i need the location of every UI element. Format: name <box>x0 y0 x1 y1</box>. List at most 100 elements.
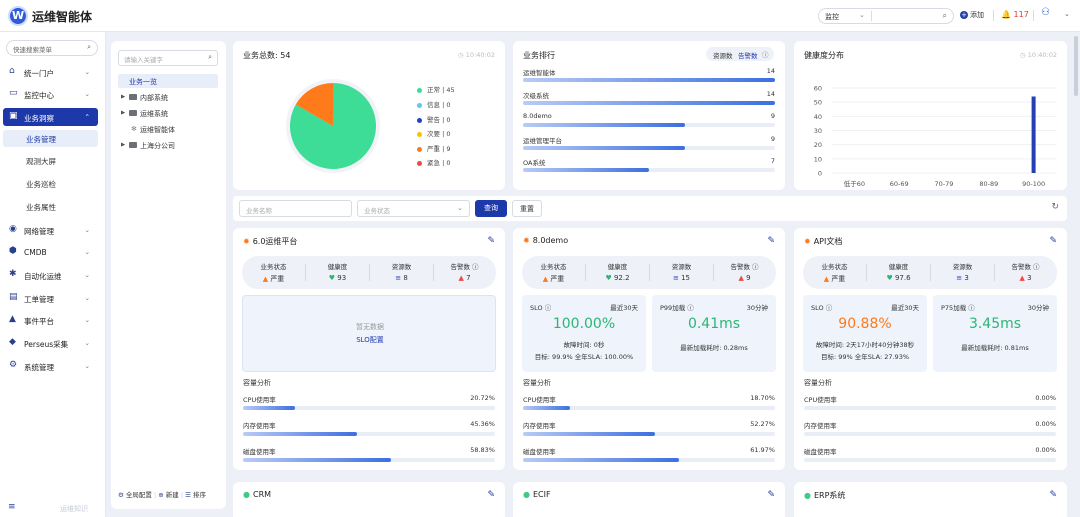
legend-value: 9 <box>446 145 451 153</box>
business-card[interactable]: ✹ 6.0运维平台 ✎ 业务状态 ▲ 严重 健康度 ♥ 93 资源数 ≡ 8 告警数 ⓘ… <box>233 228 505 470</box>
business-total-card: 业务总数: 54 ◷ 10:40:02 正常 | 45 信息 | 0 警告 | … <box>233 41 505 190</box>
caret-right-icon[interactable]: ▶ <box>121 142 125 148</box>
toggle-alarms[interactable]: 告警数 <box>738 50 758 60</box>
query-button[interactable]: 查询 <box>475 200 507 217</box>
business-status-select[interactable]: 业务状态 ⌄ <box>357 200 470 217</box>
user-icon[interactable]: ⚇ <box>1041 7 1050 18</box>
load-time-panel[interactable]: P99加载 ⓘ 30分钟 0.41ms 最新加载耗时: 0.28ms <box>652 295 776 372</box>
info-icon[interactable]: ⓘ <box>687 304 694 312</box>
edit-icon[interactable]: ✎ <box>767 236 775 246</box>
legend-label: 紧急 <box>427 159 440 167</box>
slo-target: 目标: 99.9% 全年SLA: 100.00% <box>534 353 634 361</box>
page-scrollbar[interactable] <box>1074 36 1078 96</box>
edit-icon[interactable]: ✎ <box>1049 236 1057 246</box>
business-card[interactable]: ✹ 8.0demo ✎ 业务状态 ▲ 严重 健康度 ♥ 92.2 资源数 ≡ 15 告警… <box>513 228 785 470</box>
info-icon[interactable]: ⓘ <box>826 304 833 312</box>
alarm-button[interactable]: 🔔 117 <box>1001 10 1029 19</box>
sidebar-item-events[interactable]: ▲ 事件平台 ⌄ <box>3 311 98 329</box>
sidebar-subitem-inspection[interactable]: 业务巡检 <box>3 175 98 192</box>
health-bar-chart: 0 10 20 30 40 50 60 低于60 60-69 70-79 80-89 90-100 <box>814 85 1056 187</box>
sidebar-item-tickets[interactable]: ▤ 工单管理 ⌄ <box>3 289 98 307</box>
rank-track <box>523 168 775 172</box>
slo-config-link[interactable]: SLO配置 <box>243 335 497 345</box>
collapse-menu-icon[interactable]: ≡ <box>8 502 16 512</box>
add-button[interactable]: + 添加 <box>960 10 984 20</box>
app-logo[interactable]: W <box>8 6 28 26</box>
sidebar-subitem-attributes[interactable]: 业务属性 <box>3 198 98 215</box>
tree-node-root[interactable]: 业务一览 <box>118 74 218 88</box>
sidebar-item-perseus[interactable]: ◆ Perseus采集 ⌄ <box>3 334 98 352</box>
global-config-button[interactable]: ⚙ 全局配置 <box>118 491 152 499</box>
caret-right-icon[interactable]: ▶ <box>121 94 125 100</box>
business-card[interactable]: ● CRM ✎ <box>233 482 505 517</box>
heart-icon: ♥ <box>605 274 612 282</box>
business-card[interactable]: ● ECIF ✎ <box>513 482 785 517</box>
business-card[interactable]: ● ERP系统 ✎ <box>794 482 1067 517</box>
sort-button[interactable]: ☰ 排序 <box>185 491 206 499</box>
tree-node-ops[interactable]: ▶ 运维系统 <box>121 107 218 121</box>
search-scope-select[interactable]: 监控 ⌄ ⌕ <box>818 8 954 24</box>
sidebar-subitem-dashboard[interactable]: 观测大屏 <box>3 152 98 169</box>
event-icon: ▲ <box>9 314 16 324</box>
bell-icon: ▲ <box>458 274 464 282</box>
sidebar-subitem-business-management[interactable]: 业务管理 <box>3 130 98 147</box>
folder-icon <box>129 94 137 100</box>
ranking-toggle[interactable]: 资源数 告警数 ⓘ <box>706 47 774 61</box>
sidebar-item-automation[interactable]: ✱ 自动化运维 ⌄ <box>3 266 98 284</box>
alarms-value: 7 <box>466 274 471 282</box>
legend-dot <box>417 102 422 108</box>
info-icon[interactable]: ⓘ <box>762 49 769 59</box>
cmdb-icon: ⬢ <box>9 246 17 256</box>
slo-panel[interactable]: SLO ⓘ 最近30天 100.00% 故障时间: 0秒 目标: 99.9% 全… <box>522 295 646 372</box>
edit-icon[interactable]: ✎ <box>487 490 495 500</box>
insight-icon: ▣ <box>9 111 18 121</box>
sidebar-item-portal[interactable]: ⌂ 统一门户 ⌄ <box>3 63 98 81</box>
slo-label: SLO ⓘ <box>811 302 832 312</box>
monitor-icon: ▭ <box>9 88 18 98</box>
info-icon[interactable]: ⓘ <box>752 263 759 271</box>
refresh-icon[interactable]: ↻ <box>1051 202 1059 212</box>
health-value: 93 <box>337 274 347 282</box>
sidebar-item-insight[interactable]: ▣ 业务洞察 ⌃ <box>3 108 98 126</box>
info-icon[interactable]: ⓘ <box>968 304 975 312</box>
status-value: 严重 <box>550 275 565 283</box>
search-icon[interactable]: ⌕ <box>943 11 947 21</box>
edit-icon[interactable]: ✎ <box>487 236 495 246</box>
rank-bar <box>523 168 649 172</box>
edit-icon[interactable]: ✎ <box>1049 490 1057 500</box>
tree-search-input[interactable]: 请输入关键字 ⌕ <box>118 50 218 66</box>
new-button[interactable]: ⊕ 新建 <box>158 491 179 499</box>
chevron-down-icon[interactable]: ⌄ <box>1064 10 1070 18</box>
tree-node-ops-agent[interactable]: ✻ 运维智能体 <box>121 123 218 137</box>
search-icon[interactable]: ⌕ <box>208 53 212 62</box>
edit-icon[interactable]: ✎ <box>767 490 775 500</box>
info-icon[interactable]: ⓘ <box>472 263 479 271</box>
tree-node-shanghai[interactable]: ▶ 上海分公司 <box>121 139 218 153</box>
business-name-input[interactable]: 业务名称 <box>239 200 352 217</box>
sidebar-item-system[interactable]: ⚙ 系统管理 ⌄ <box>3 357 98 375</box>
menu-search-input[interactable]: 快速搜索菜单 ⌕ <box>6 40 98 56</box>
search-icon[interactable]: ⌕ <box>87 43 91 52</box>
business-card[interactable]: ✹ API文档 ✎ 业务状态 ▲ 严重 健康度 ♥ 97.6 资源数 ≡ 3 告警数 ⓘ… <box>794 228 1067 470</box>
tree-node-internal[interactable]: ▶ 内部系统 <box>121 91 218 105</box>
legend-value: 0 <box>446 116 451 124</box>
info-icon[interactable]: ⓘ <box>545 304 552 312</box>
reset-button[interactable]: 重置 <box>512 200 542 217</box>
info-icon[interactable]: ⓘ <box>1033 263 1040 271</box>
capacity-title: 容量分析 <box>804 379 832 387</box>
load-time-panel[interactable]: P75加载 ⓘ 30分钟 3.45ms 最新加载耗时: 0.81ms <box>933 295 1057 372</box>
sidebar-item-monitor[interactable]: ▭ 监控中心 ⌄ <box>3 85 98 103</box>
sidebar-item-cmdb[interactable]: ⬢ CMDB ⌄ <box>3 243 98 261</box>
business-status-placeholder: 业务状态 <box>364 207 390 215</box>
slo-panel[interactable]: SLO ⓘ 最近30天 90.88% 故障时间: 2天17小时40分钟38秒 目… <box>803 295 927 372</box>
stat-value: ♥ 92.2 <box>586 274 649 282</box>
capacity-name: CPU使用率 <box>523 396 556 404</box>
toggle-resources[interactable]: 资源数 <box>713 50 733 60</box>
tree-node-label: 业务一览 <box>129 78 157 86</box>
caret-right-icon[interactable]: ▶ <box>121 110 125 116</box>
sidebar-item-network[interactable]: ◉ 网络管理 ⌄ <box>3 221 98 239</box>
ops-knowledge-link[interactable]: 运维知识 <box>60 504 88 514</box>
health-bar[interactable] <box>1031 96 1036 174</box>
rank-row: 运维管理平台 9 <box>523 135 775 157</box>
stat-label-text: 告警数 <box>730 263 750 271</box>
